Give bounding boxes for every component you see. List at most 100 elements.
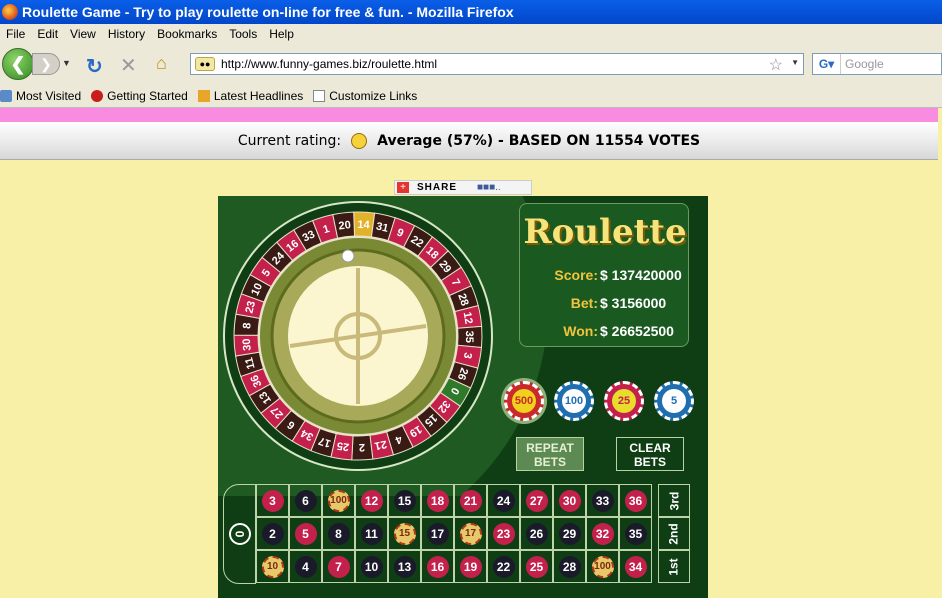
bet-cell[interactable]: 12 — [355, 484, 388, 517]
bet-cell[interactable]: 19 — [454, 550, 487, 583]
back-button[interactable]: ❮ — [2, 48, 34, 80]
bet-number: 10 — [360, 555, 383, 578]
bookmark-customize-links[interactable]: Customize Links — [313, 89, 417, 103]
chip-100[interactable]: 100 — [554, 381, 594, 421]
bet-cell-zero[interactable]: 0 — [223, 484, 256, 584]
bet-cell[interactable]: 17 — [421, 517, 454, 550]
bet-number: 36 — [624, 489, 647, 512]
menu-help[interactable]: Help — [263, 27, 300, 41]
bet-cell[interactable]: 4 — [289, 550, 322, 583]
bet-cell[interactable]: 27 — [520, 484, 553, 517]
search-placeholder: Google — [845, 57, 884, 71]
bet-cell[interactable]: 8 — [322, 517, 355, 550]
stop-icon[interactable]: ✕ — [120, 53, 137, 78]
roulette-game: 14 31 9 22 18 29 7 28 12 35 3 26 0 32 15 19 4 21 2 25 17 34 6 2… — [218, 196, 708, 598]
search-box[interactable]: G▾ Google — [812, 53, 942, 75]
bet-cell[interactable]: 32 — [586, 517, 619, 550]
chip-25[interactable]: 25 — [604, 381, 644, 421]
bet-cell[interactable]: 16 — [421, 550, 454, 583]
bet-cell[interactable]: 11 — [355, 517, 388, 550]
reload-icon[interactable]: ↻ — [86, 54, 103, 79]
bet-number: 6 — [294, 489, 317, 512]
menu-view[interactable]: View — [64, 27, 102, 41]
bet-number: 15 — [393, 489, 416, 512]
home-icon[interactable]: ⌂ — [156, 53, 167, 74]
url-bar[interactable]: ●● http://www.funny-games.biz/roulette.h… — [190, 53, 804, 75]
bet-number: 8 — [327, 522, 350, 545]
bet-cell[interactable]: 17 — [454, 517, 487, 550]
placed-chip: 100 — [327, 489, 350, 512]
bet-cell[interactable]: 10 — [355, 550, 388, 583]
site-identity-icon[interactable]: ●● — [195, 57, 215, 71]
menu-history[interactable]: History — [102, 27, 151, 41]
bookmark-most-visited[interactable]: Most Visited — [0, 89, 81, 103]
menu-edit[interactable]: Edit — [31, 27, 64, 41]
repeat-bets-button[interactable]: REPEAT BETS — [516, 437, 584, 471]
bet-cell[interactable]: 10 — [256, 550, 289, 583]
share-services-icon: ■■■.. — [477, 182, 501, 193]
wheel-pocket-number: 21 — [373, 438, 387, 452]
bet-number: 24 — [492, 489, 515, 512]
bet-cell[interactable]: 13 — [388, 550, 421, 583]
bookmark-star-icon[interactable]: ☆ — [769, 55, 783, 75]
bet-cell[interactable]: 21 — [454, 484, 487, 517]
bet-cell[interactable]: 23 — [487, 517, 520, 550]
bet-cell[interactable]: 2 — [256, 517, 289, 550]
won-value: $ 26652500 — [600, 323, 674, 339]
bookmark-getting-started[interactable]: Getting Started — [91, 89, 188, 103]
game-title: Roulette — [523, 212, 687, 252]
score-panel: Roulette Score: $ 137420000 Bet: $ 31560… — [519, 203, 689, 347]
column-label: 2nd — [667, 522, 681, 545]
bet-cell[interactable]: 33 — [586, 484, 619, 517]
column-label: 1st — [667, 557, 681, 576]
bet-number: 7 — [327, 555, 350, 578]
placed-chip: 10 — [261, 555, 284, 578]
bet-cell[interactable]: 34 — [619, 550, 652, 583]
bet-cell[interactable]: 3 — [256, 484, 289, 517]
bet-cell[interactable]: 6 — [289, 484, 322, 517]
bet-cell[interactable]: 28 — [553, 550, 586, 583]
bet-number: 32 — [591, 522, 614, 545]
bet-cell[interactable]: 100 — [322, 484, 355, 517]
menu-tools[interactable]: Tools — [223, 27, 263, 41]
zero-label: 0 — [228, 523, 251, 545]
bookmark-label: Most Visited — [16, 88, 82, 103]
menu-bookmarks[interactable]: Bookmarks — [151, 27, 223, 41]
bet-cell[interactable]: 35 — [619, 517, 652, 550]
clear-bets-button[interactable]: CLEAR BETS — [616, 437, 684, 471]
column-bet-2nd[interactable]: 2nd — [658, 517, 690, 550]
wheel-pocket-number: 12 — [461, 311, 475, 325]
bet-number: 2 — [261, 522, 284, 545]
bet-cell[interactable]: 5 — [289, 517, 322, 550]
column-bet-1st[interactable]: 1st — [658, 550, 690, 583]
bet-cell[interactable]: 18 — [421, 484, 454, 517]
chip-500[interactable]: 500 — [504, 381, 544, 421]
bet-cell[interactable]: 100 — [586, 550, 619, 583]
bet-cell[interactable]: 15 — [388, 484, 421, 517]
bet-cell[interactable]: 26 — [520, 517, 553, 550]
menu-file[interactable]: File — [0, 27, 31, 41]
bet-cell[interactable]: 25 — [520, 550, 553, 583]
url-dropdown-icon[interactable]: ▼ — [791, 58, 799, 67]
forward-button[interactable]: ❯ — [32, 53, 60, 75]
column-bet-3rd[interactable]: 3rd — [658, 484, 690, 517]
score-value: $ 137420000 — [600, 267, 682, 283]
chip-value-label: 25 — [612, 389, 636, 413]
chip-5[interactable]: 5 — [654, 381, 694, 421]
bet-cell[interactable]: 24 — [487, 484, 520, 517]
bet-cell[interactable]: 15 — [388, 517, 421, 550]
betting-board: 0 3 6 100 12 15 18 21 24 27 30 33 36 2 5 8 11 15 17 17 23 26… — [223, 484, 703, 598]
chip-value-label: 5 — [662, 389, 686, 413]
bet-cell[interactable]: 22 — [487, 550, 520, 583]
bet-value: $ 3156000 — [600, 295, 667, 311]
history-dropdown-icon[interactable]: ▼ — [62, 58, 71, 68]
bet-number: 19 — [459, 555, 482, 578]
bet-cell[interactable]: 29 — [553, 517, 586, 550]
bet-cell[interactable]: 7 — [322, 550, 355, 583]
share-button[interactable]: + SHARE ■■■.. — [394, 180, 532, 195]
google-engine-icon[interactable]: G▾ — [813, 54, 841, 74]
bet-cell[interactable]: 36 — [619, 484, 652, 517]
bookmark-latest-headlines[interactable]: Latest Headlines — [197, 89, 303, 103]
bet-number: 12 — [360, 489, 383, 512]
bet-cell[interactable]: 30 — [553, 484, 586, 517]
